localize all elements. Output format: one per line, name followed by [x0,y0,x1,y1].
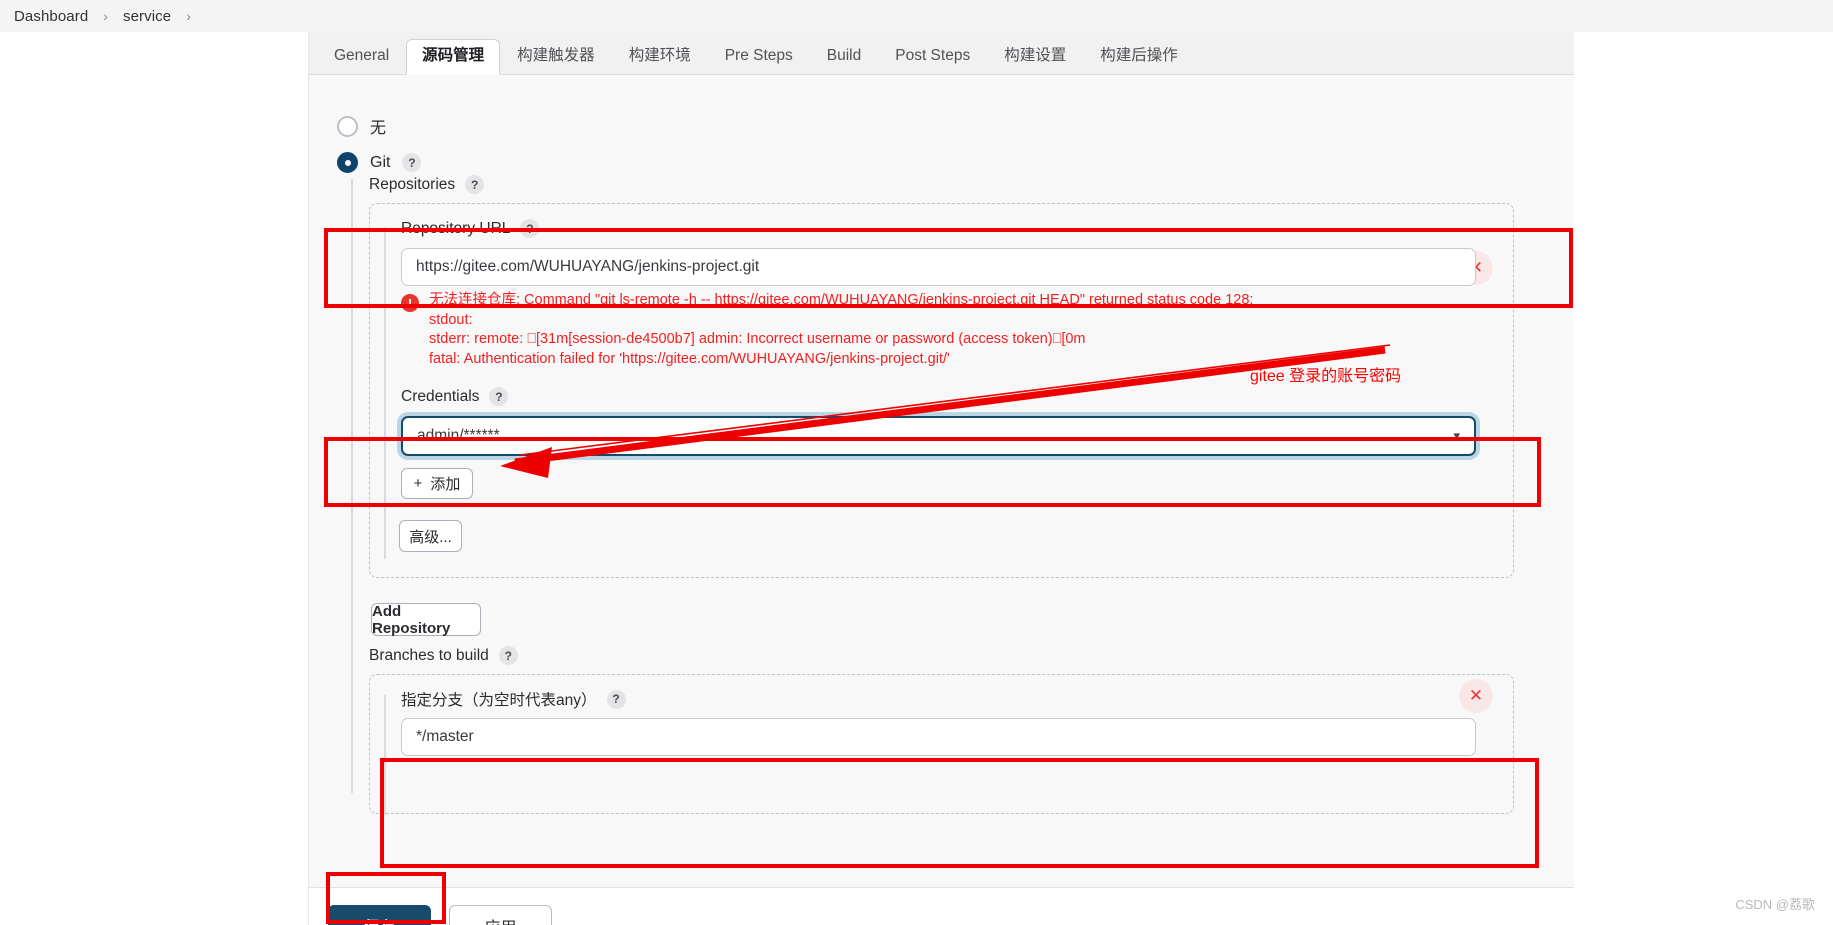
help-icon-repository-url[interactable]: ? [520,219,540,238]
repositories-label-row: Repositories ? [369,175,485,194]
tab-build-triggers[interactable]: 构建触发器 [500,39,612,75]
git-section-indent-bar [351,179,353,793]
repository-url-label: Repository URL [401,219,511,237]
breadcrumb: Dashboard › service › [0,0,1833,32]
tab-post-build-actions[interactable]: 构建后操作 [1083,39,1195,75]
scm-option-git[interactable]: Git ? [337,152,422,173]
tab-build-settings[interactable]: 构建设置 [987,39,1083,75]
help-icon-credentials[interactable]: ? [489,387,509,406]
scm-option-none-label: 无 [370,120,387,137]
tab-pre-steps[interactable]: Pre Steps [708,39,810,75]
tab-source-code-management[interactable]: 源码管理 [406,38,501,75]
credentials-select[interactable]: admin/****** ▾ [401,416,1476,456]
advanced-button-label: 高级... [409,528,452,546]
add-credentials-label: 添加 [430,476,461,493]
tab-general[interactable]: General [317,39,406,75]
add-repository-button[interactable]: Add Repository [371,602,481,637]
branches-to-build-label: Branches to build [369,646,489,664]
branch-spec-label-row: 指定分支（为空时代表any） ? [401,688,626,710]
branch-spec-label: 指定分支（为空时代表any） [401,692,597,709]
radio-git-icon[interactable] [337,152,358,173]
repository-url-error: ! 无法连接仓库: Command "git ls-remote -h -- h… [401,291,1481,369]
screenshot-root: Dashboard › service › General 源码管理 构建触发器… [0,0,1833,925]
scm-form: 无 Git ? Repositories ? ✕ Repository URL … [309,75,1574,887]
credentials-label-row: Credentials ? [401,387,509,406]
branches-label-row: Branches to build ? [369,646,518,665]
apply-button-label: 应用 [484,914,516,925]
branch-spec-input[interactable]: */master [401,718,1476,756]
repository-url-label-row: Repository URL ? [401,219,540,238]
tab-build-environment[interactable]: 构建环境 [612,39,708,75]
error-line-1: 无法连接仓库: Command "git ls-remote -h -- htt… [429,292,1254,308]
repository-indent-bar [384,227,386,559]
error-icon: ! [401,294,419,312]
plus-icon: + [413,475,423,492]
apply-button[interactable]: 应用 [449,905,552,925]
tab-post-steps[interactable]: Post Steps [878,39,987,75]
credentials-label: Credentials [401,387,480,405]
credentials-select-value: admin/****** [417,427,500,444]
advanced-button[interactable]: 高级... [399,520,462,552]
annotation-callout-text: gitee 登录的账号密码 [1250,368,1402,385]
repository-url-input[interactable]: https://gitee.com/WUHUAYANG/jenkins-proj… [401,248,1476,286]
error-line-2: stdout: [429,311,473,328]
config-tabbar: General 源码管理 构建触发器 构建环境 Pre Steps Build … [309,32,1574,75]
remove-branch-button[interactable]: ✕ [1459,679,1493,713]
save-button-label: 保存 [363,914,395,925]
chevron-down-icon: ▾ [1453,428,1460,443]
radio-none-icon[interactable] [337,115,358,137]
watermark: CSDN @荔歌 [1735,897,1815,912]
help-icon-git[interactable]: ? [402,153,422,172]
breadcrumb-item-dashboard[interactable]: Dashboard [10,8,92,25]
repositories-label: Repositories [369,175,456,193]
add-credentials-button[interactable]: + 添加 [401,468,473,499]
branch-indent-bar [384,695,386,815]
breadcrumb-separator-icon-2: › [186,8,191,24]
left-pane [0,32,308,925]
help-icon-repositories[interactable]: ? [465,175,485,194]
page-body: General 源码管理 构建触发器 构建环境 Pre Steps Build … [0,32,1833,925]
help-icon-branch-spec[interactable]: ? [606,689,626,709]
save-button[interactable]: 保存 [328,905,431,925]
add-repository-label: Add Repository [372,602,451,637]
config-content-pane: General 源码管理 构建触发器 构建环境 Pre Steps Build … [308,32,1574,925]
breadcrumb-separator-icon: › [103,8,108,24]
scm-option-none[interactable]: 无 [337,114,386,138]
close-icon-branch: ✕ [1468,686,1484,705]
breadcrumb-item-service[interactable]: service [119,8,175,25]
scm-option-git-label: Git [370,153,391,171]
tab-build[interactable]: Build [810,39,878,75]
right-gutter [1573,32,1833,925]
error-line-3: stderr: remote: ⎕[31m[session-de4500b7] … [429,331,1086,347]
help-icon-branches[interactable]: ? [498,646,518,665]
